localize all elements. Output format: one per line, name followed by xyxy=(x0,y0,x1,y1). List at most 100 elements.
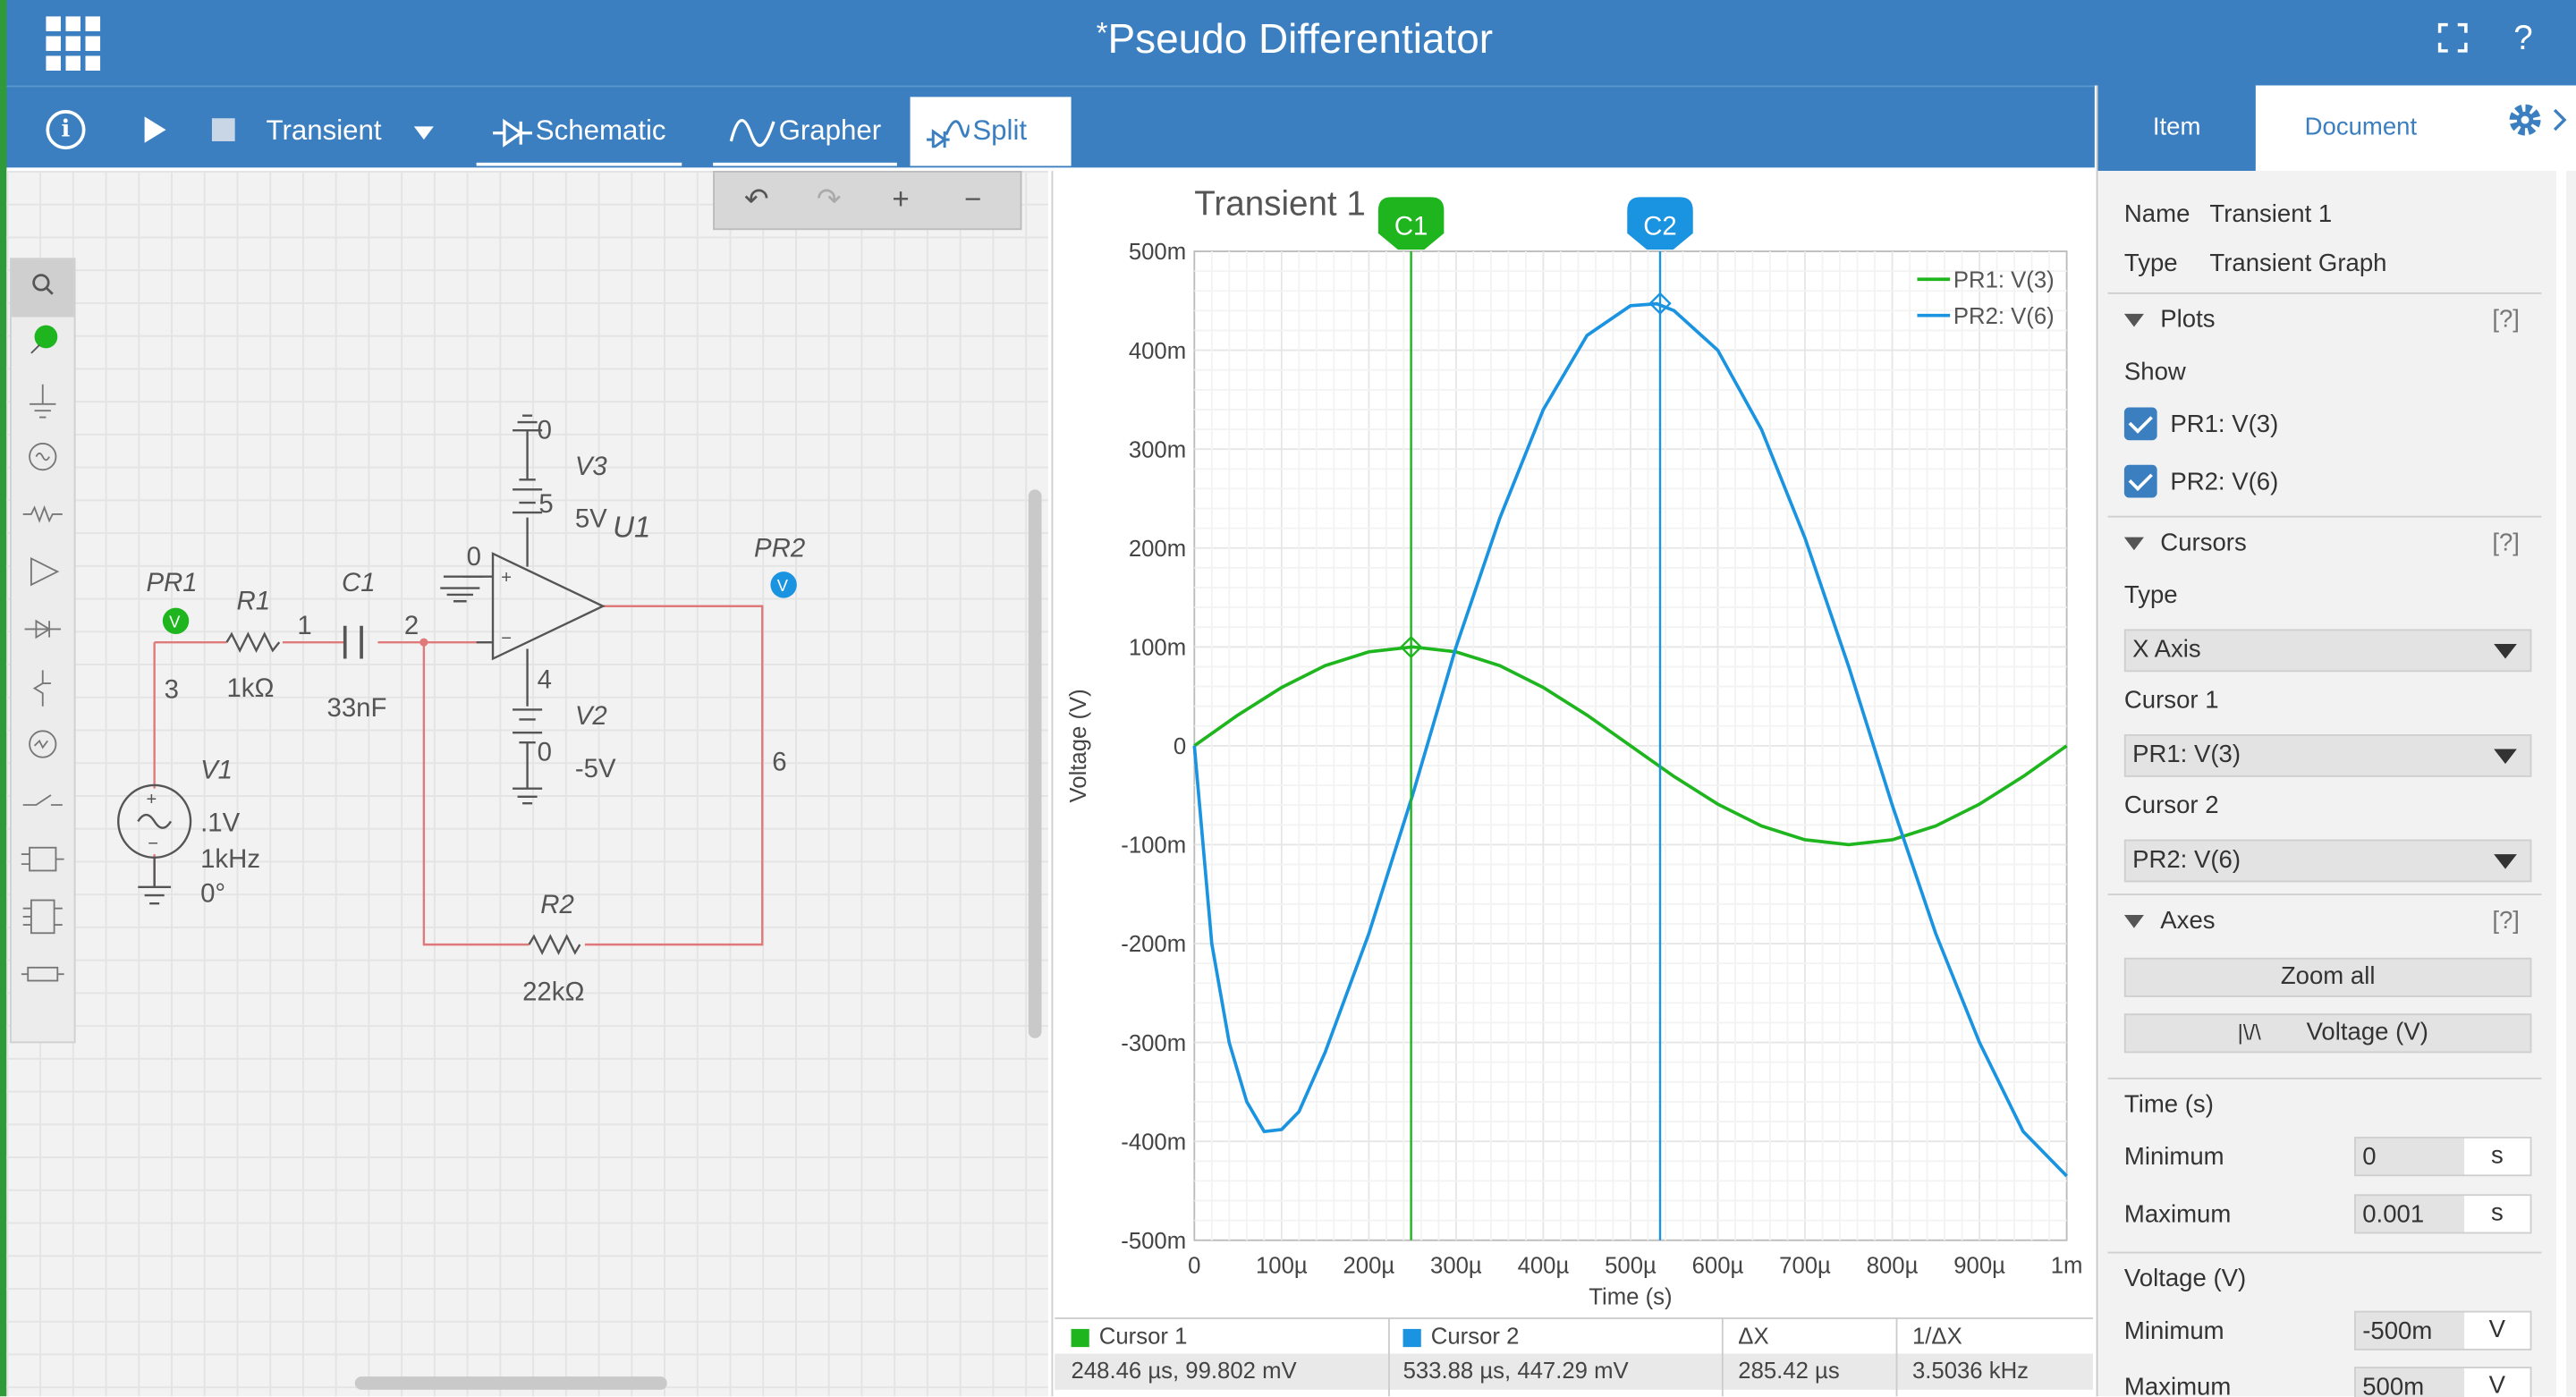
x-tick-label: 900µ xyxy=(1953,1253,2005,1278)
transistor-tool-icon[interactable] xyxy=(12,662,74,719)
undo-icon[interactable]: ↶ xyxy=(744,182,769,217)
x-tick-label: 300µ xyxy=(1430,1253,1482,1278)
tab-schematic[interactable]: Schematic xyxy=(476,97,682,166)
connector-tool-icon[interactable] xyxy=(12,950,74,1007)
probe-tool-icon[interactable] xyxy=(12,317,74,374)
fullscreen-icon[interactable] xyxy=(2437,22,2468,63)
panel-tabs: Item Document xyxy=(2096,85,2576,172)
modified-indicator: * xyxy=(1096,16,1108,50)
panel-scrollbar[interactable] xyxy=(2555,171,2566,1397)
grapher-pane: 500m 400m 300m 200m 100m 0 -100m -200m -300m -400… xyxy=(1051,171,2094,1397)
cursor1-select[interactable]: PR1: V(3) xyxy=(2123,734,2532,777)
time-min-value: 0 xyxy=(2362,1143,2377,1172)
y-tick-label: 0 xyxy=(1174,734,1186,759)
logic-tool-icon[interactable] xyxy=(12,834,74,892)
svg-text:4: 4 xyxy=(538,665,552,695)
svg-text:PR2: PR2 xyxy=(754,534,805,563)
legend-label-1: PR1: V(3) xyxy=(1953,267,2055,292)
cursor1-value: 248.46 µs, 99.802 mV xyxy=(1071,1357,1297,1384)
name-label: Name xyxy=(2123,200,2190,229)
axes-help-link[interactable]: [?] xyxy=(2492,907,2520,935)
cursor-table-header: Cursor 1 Cursor 2 ΔX 1/ΔX xyxy=(1055,1317,2094,1354)
zoom-out-icon[interactable]: − xyxy=(964,182,981,217)
plots-header-label: Plots xyxy=(2160,305,2216,334)
zoom-all-button[interactable]: Zoom all xyxy=(2123,957,2532,997)
info-icon[interactable]: i xyxy=(46,110,86,150)
voltage-axis-button[interactable]: |\/\ Voltage (V) xyxy=(2123,1013,2532,1054)
tab-split[interactable]: Split xyxy=(910,97,1072,166)
meter-tool-icon[interactable] xyxy=(12,719,74,776)
volt-min-field[interactable]: -500m V xyxy=(2354,1310,2532,1350)
plot2-checkbox[interactable] xyxy=(2123,464,2157,498)
switch-tool-icon[interactable] xyxy=(12,777,74,834)
stop-icon[interactable] xyxy=(211,118,235,141)
help-icon[interactable]: ? xyxy=(2513,20,2532,59)
search-icon[interactable] xyxy=(11,259,74,318)
svg-text:R2: R2 xyxy=(540,890,574,919)
plot1-checkbox[interactable] xyxy=(2123,407,2157,441)
legend-label-2: PR2: V(6) xyxy=(1953,304,2055,329)
plots-section-header[interactable]: Plots xyxy=(2123,305,2216,334)
type-label: Type xyxy=(2123,250,2178,278)
chart-title: Transient 1 xyxy=(1194,185,1365,224)
redo-icon[interactable]: ↷ xyxy=(817,182,842,217)
time-max-unit: s xyxy=(2464,1196,2530,1232)
cursor2-select[interactable]: PR2: V(6) xyxy=(2123,839,2532,883)
cursors-section-header[interactable]: Cursors xyxy=(2123,529,2247,557)
time-min-field[interactable]: 0s xyxy=(2354,1137,2532,1177)
title-bar: *Pseudo Differentiator ? xyxy=(0,0,2576,86)
chevron-down-icon[interactable] xyxy=(413,126,434,140)
tab-item[interactable]: Item xyxy=(2097,85,2256,172)
schematic-canvas[interactable]: V V PR1 R1 C1 1 2 3 1kΩ 33nF V1 .1V 1kHz… xyxy=(6,171,1048,1397)
x-tick-label: 400µ xyxy=(1518,1253,1570,1278)
cursor-type-value: X Axis xyxy=(2132,635,2201,665)
x-tick-label: 700µ xyxy=(1779,1253,1831,1278)
diode-tool-icon[interactable] xyxy=(12,605,74,662)
svg-text:0: 0 xyxy=(538,415,552,444)
transient-chart[interactable]: 500m 400m 300m 200m 100m 0 -100m -200m -300m -400… xyxy=(1053,171,2094,1321)
tab-split-label: Split xyxy=(972,114,1028,147)
y-tick-label: 200m xyxy=(1129,537,1186,562)
time-max-field[interactable]: 0.001 s xyxy=(2354,1194,2532,1234)
x-tick-label: 200µ xyxy=(1343,1253,1395,1278)
type-value: Transient Graph xyxy=(2209,250,2387,278)
volt-max-field[interactable]: 500m V xyxy=(2354,1367,2532,1397)
cursor1-header-label: Cursor 1 xyxy=(1098,1322,1188,1349)
volt-max-unit: V xyxy=(2464,1368,2530,1397)
axes-section-header[interactable]: Axes xyxy=(2123,907,2216,935)
source-tool-icon[interactable] xyxy=(12,432,74,489)
zoom-in-icon[interactable]: + xyxy=(892,182,909,217)
name-value: Transient 1 xyxy=(2209,200,2333,229)
schematic-edit-toolbar: ↶ ↷ + − xyxy=(713,171,1022,231)
simulation-type-select[interactable]: Transient xyxy=(267,115,382,148)
chevron-down-icon xyxy=(2494,854,2517,869)
tab-grapher-label: Grapher xyxy=(778,114,882,147)
schematic-scrollbar-vertical[interactable] xyxy=(1028,489,1042,1038)
voltage-axis-label: Voltage (V) xyxy=(2306,1018,2428,1047)
cursors-help-link[interactable]: [?] xyxy=(2492,529,2520,556)
tab-grapher[interactable]: Grapher xyxy=(713,97,898,166)
time-max-value: 0.001 xyxy=(2362,1200,2425,1229)
gear-icon[interactable] xyxy=(2499,86,2576,172)
ic-tool-icon[interactable] xyxy=(12,892,74,949)
resistor-tool-icon[interactable] xyxy=(12,489,74,546)
x-tick-label: 0 xyxy=(1188,1253,1200,1278)
schematic-scrollbar-horizontal[interactable] xyxy=(354,1376,667,1390)
svg-text:.1V: .1V xyxy=(200,808,240,837)
ground-tool-icon[interactable] xyxy=(12,375,74,432)
cursor-type-select[interactable]: X Axis xyxy=(2123,629,2532,673)
cursor2-select-value: PR2: V(6) xyxy=(2132,845,2241,875)
play-icon[interactable] xyxy=(144,116,166,143)
axis-waveform-icon: |\/\ xyxy=(2237,1020,2261,1046)
opamp-tool-icon[interactable] xyxy=(12,547,74,605)
tab-document[interactable]: Document xyxy=(2256,86,2466,172)
svg-text:−: − xyxy=(148,834,158,854)
y-tick-label: -200m xyxy=(1121,932,1186,957)
tab-schematic-label: Schematic xyxy=(535,114,666,147)
plots-help-link[interactable]: [?] xyxy=(2492,306,2520,334)
y-tick-label: -300m xyxy=(1121,1031,1186,1056)
split-icon xyxy=(926,119,971,150)
svg-text:1: 1 xyxy=(297,611,311,640)
y-tick-label: 500m xyxy=(1129,240,1186,265)
svg-text:22kΩ: 22kΩ xyxy=(522,978,584,1007)
